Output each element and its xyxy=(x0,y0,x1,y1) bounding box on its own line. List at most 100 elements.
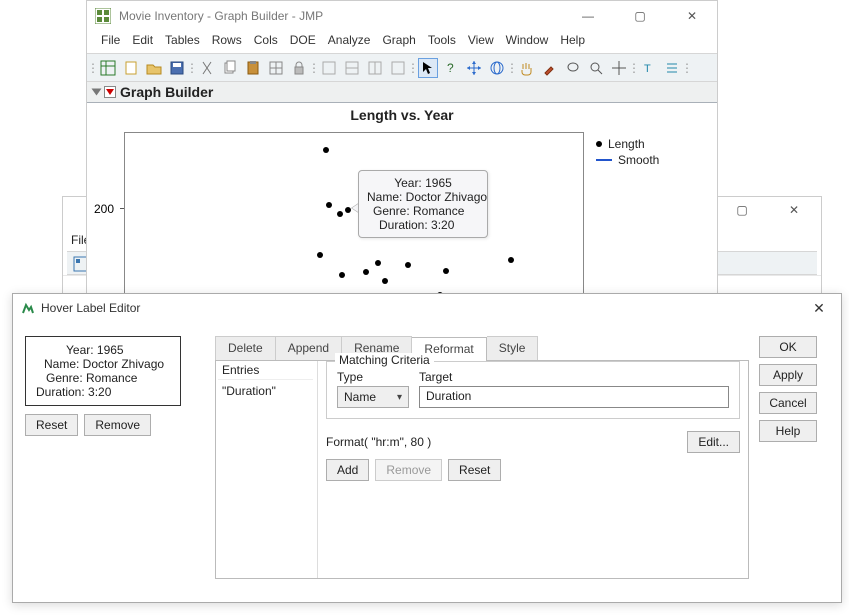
add-button[interactable]: Add xyxy=(326,459,369,481)
minimize-button[interactable]: — xyxy=(571,9,605,23)
entry-item[interactable]: "Duration" xyxy=(222,384,309,398)
toolbar-text-icon[interactable]: T xyxy=(639,58,659,78)
toolbar-save-icon[interactable] xyxy=(167,58,187,78)
toolbar-table2-icon[interactable] xyxy=(342,58,362,78)
hover-label-editor-window: Hover Label Editor ✕ Year: 1965 Name: Do… xyxy=(12,293,842,603)
toolbar-sep xyxy=(510,58,514,78)
help-button[interactable]: Help xyxy=(759,420,817,442)
toolbar-crosshair-icon[interactable] xyxy=(609,58,629,78)
toolbar-brush-icon[interactable] xyxy=(540,58,560,78)
toolbar-globe-icon[interactable] xyxy=(487,58,507,78)
ok-button[interactable]: OK xyxy=(759,336,817,358)
data-point[interactable] xyxy=(317,252,323,258)
hle-close-button[interactable]: ✕ xyxy=(805,300,833,317)
toolbar-zoom-icon[interactable] xyxy=(586,58,606,78)
chart-plot-area[interactable] xyxy=(124,132,584,302)
menu-tables[interactable]: Tables xyxy=(161,31,204,49)
toolbar-list-icon[interactable] xyxy=(662,58,682,78)
dialog-button-column: OK Apply Cancel Help xyxy=(759,330,829,579)
jmp-toolbar: ? T xyxy=(87,53,717,82)
data-point[interactable] xyxy=(382,278,388,284)
data-point[interactable] xyxy=(323,147,329,153)
toolbar-cut-icon[interactable] xyxy=(197,58,217,78)
reset-entry-button[interactable]: Reset xyxy=(448,459,501,481)
remove-entry-button[interactable]: Remove xyxy=(375,459,442,481)
svg-text:T: T xyxy=(644,63,651,75)
apply-button[interactable]: Apply xyxy=(759,364,817,386)
tab-append[interactable]: Append xyxy=(276,336,342,360)
menu-edit[interactable]: Edit xyxy=(128,31,157,49)
toolbar-datatable-icon[interactable] xyxy=(98,58,118,78)
menu-tools[interactable]: Tools xyxy=(424,31,460,49)
toolbar-table4-icon[interactable] xyxy=(388,58,408,78)
graph-builder-header[interactable]: Graph Builder xyxy=(87,82,717,103)
preview-column: Year: 1965 Name: Doctor Zhivago Genre: R… xyxy=(25,330,205,579)
preview-remove-button[interactable]: Remove xyxy=(84,414,151,436)
menu-window[interactable]: Window xyxy=(502,31,553,49)
preview-duration: Duration: 3:20 xyxy=(36,385,170,399)
jmp-window-buttons: — ▢ ✕ xyxy=(571,9,709,23)
toolbar-open-icon[interactable] xyxy=(144,58,164,78)
toolbar-new-icon[interactable] xyxy=(121,58,141,78)
preview-genre: Genre: Romance xyxy=(36,371,170,385)
label-preview: Year: 1965 Name: Doctor Zhivago Genre: R… xyxy=(25,336,181,406)
red-triangle-icon[interactable] xyxy=(104,86,116,98)
graph-builder-title: Graph Builder xyxy=(120,84,213,100)
data-point[interactable] xyxy=(405,262,411,268)
tooltip-name: Name: Doctor Zhivago xyxy=(367,190,479,204)
menu-view[interactable]: View xyxy=(464,31,498,49)
legend-smooth[interactable]: Smooth xyxy=(596,152,659,168)
toolbar-arrow-icon[interactable] xyxy=(418,58,438,78)
cancel-button[interactable]: Cancel xyxy=(759,392,817,414)
tooltip-genre: Genre: Romance xyxy=(367,204,479,218)
toolbar-table1-icon[interactable] xyxy=(319,58,339,78)
maximize-button[interactable]: ▢ xyxy=(623,9,657,23)
close-button[interactable]: ✕ xyxy=(675,9,709,23)
menu-analyze[interactable]: Analyze xyxy=(324,31,375,49)
y-tick-mark xyxy=(120,208,124,209)
edit-format-button[interactable]: Edit... xyxy=(687,431,740,453)
entries-label: Entries xyxy=(216,361,317,379)
data-point[interactable] xyxy=(339,272,345,278)
legend-length[interactable]: Length xyxy=(596,136,659,152)
tab-delete[interactable]: Delete xyxy=(215,336,276,360)
toolbar-sep xyxy=(632,58,636,78)
menu-doe[interactable]: DOE xyxy=(286,31,320,49)
chevron-down-icon: ▾ xyxy=(397,392,402,403)
toolbar-hand-icon[interactable] xyxy=(517,58,537,78)
format-expression: Format( "hr:m", 80 ) xyxy=(326,435,431,449)
bg-close-button[interactable]: ✕ xyxy=(777,203,811,217)
menu-graph[interactable]: Graph xyxy=(378,31,419,49)
data-point[interactable] xyxy=(375,260,381,266)
menu-cols[interactable]: Cols xyxy=(250,31,282,49)
svg-text:?: ? xyxy=(447,61,454,75)
disclosure-icon[interactable] xyxy=(92,89,102,96)
toolbar-lasso-icon[interactable] xyxy=(563,58,583,78)
toolbar-table3-icon[interactable] xyxy=(365,58,385,78)
tab-style[interactable]: Style xyxy=(487,336,539,360)
entries-list[interactable]: "Duration" xyxy=(218,379,313,574)
data-point[interactable] xyxy=(443,268,449,274)
matching-criteria-fieldset: Matching Criteria Type Name ▾ Target xyxy=(326,361,740,419)
preview-reset-button[interactable]: Reset xyxy=(25,414,78,436)
toolbar-move-icon[interactable] xyxy=(464,58,484,78)
toolbar-paste-icon[interactable] xyxy=(243,58,263,78)
data-point[interactable] xyxy=(363,269,369,275)
toolbar-grid-icon[interactable] xyxy=(266,58,286,78)
bg-maximize-button[interactable]: ▢ xyxy=(725,203,759,217)
menu-file[interactable]: File xyxy=(97,31,124,49)
menu-help[interactable]: Help xyxy=(556,31,589,49)
hle-app-icon xyxy=(21,301,35,315)
toolbar-sep xyxy=(685,58,689,78)
data-point[interactable] xyxy=(337,211,343,217)
menu-rows[interactable]: Rows xyxy=(208,31,246,49)
toolbar-lock-icon[interactable] xyxy=(289,58,309,78)
toolbar-copy-icon[interactable] xyxy=(220,58,240,78)
toolbar-help-icon[interactable]: ? xyxy=(441,58,461,78)
type-select[interactable]: Name ▾ xyxy=(337,386,409,408)
legend-line-icon xyxy=(596,159,612,161)
target-input[interactable]: Duration xyxy=(419,386,729,408)
data-point[interactable] xyxy=(326,202,332,208)
preview-year: Year: 1965 xyxy=(36,343,170,357)
data-point[interactable] xyxy=(508,257,514,263)
